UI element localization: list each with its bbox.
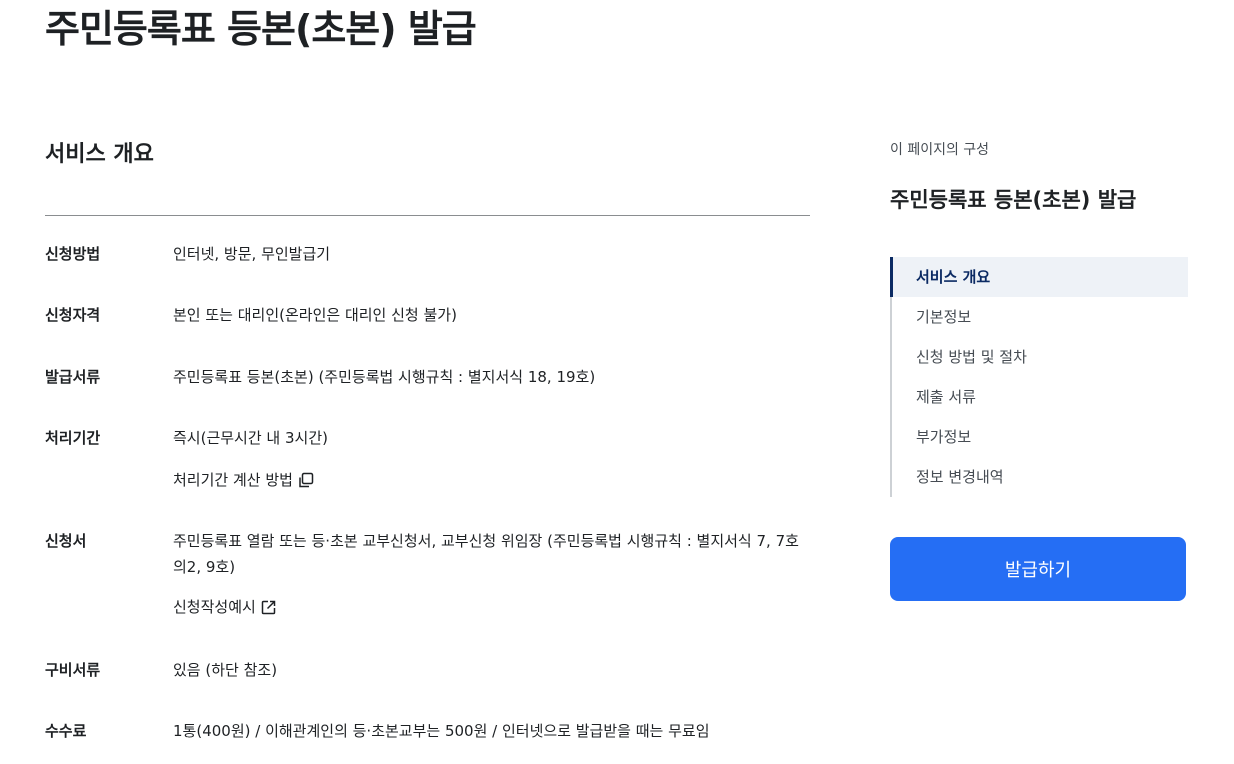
toc-item-application-procedure[interactable]: 신청 방법 및 절차 [892, 337, 1188, 377]
info-value-text: 있음 (하단 참조) [173, 661, 278, 679]
toc-item-additional-info[interactable]: 부가정보 [892, 417, 1188, 457]
external-link-icon [261, 600, 276, 614]
info-value: 인터넷, 방문, 무인발급기 [173, 241, 810, 267]
info-label: 신청방법 [45, 245, 101, 263]
link-label: 신청작성예시 [173, 598, 256, 616]
toc-item-change-history[interactable]: 정보 변경내역 [892, 457, 1188, 497]
page: 주민등록표 등본(초본) 발급 서비스 개요 신청방법 인터넷, 방문, 무인발… [0, 0, 1234, 764]
info-value: 주민등록표 등본(초본) (주민등록법 시행규칙 : 별지서식 18, 19호) [173, 364, 810, 390]
section-divider [45, 215, 810, 216]
toc-item-submission-documents[interactable]: 제출 서류 [892, 377, 1188, 417]
copy-icon [299, 472, 314, 487]
info-label: 신청서 [45, 532, 87, 550]
issue-button[interactable]: 발급하기 [890, 537, 1186, 601]
application-example-link[interactable]: 신청작성예시 [173, 594, 277, 620]
processing-time-calc-link[interactable]: 처리기간 계산 방법 [173, 467, 314, 493]
info-value-text: 1통(400원) / 이해관계인의 등·초본교부는 500원 / 인터넷으로 발… [173, 722, 710, 740]
info-label: 신청자격 [45, 306, 101, 324]
info-value-text: 인터넷, 방문, 무인발급기 [173, 245, 331, 263]
info-label: 구비서류 [45, 661, 101, 679]
link-label: 처리기간 계산 방법 [173, 471, 293, 489]
info-value-text: 주민등록표 열람 또는 등·초본 교부신청서, 교부신청 위임장 (주민등록법 … [173, 532, 799, 576]
table-of-contents: 서비스 개요 기본정보 신청 방법 및 절차 제출 서류 부가정보 정보 변경내… [890, 257, 1188, 497]
info-value-text: 주민등록표 등본(초본) (주민등록법 시행규칙 : 별지서식 18, 19호) [173, 368, 596, 386]
info-value: 1통(400원) / 이해관계인의 등·초본교부는 500원 / 인터넷으로 발… [173, 718, 810, 744]
toc-item-service-overview[interactable]: 서비스 개요 [890, 257, 1188, 297]
info-value: 즉시(근무시간 내 3시간) 처리기간 계산 방법 [173, 425, 810, 493]
aside-caption: 이 페이지의 구성 [890, 142, 990, 158]
section-title: 서비스 개요 [45, 142, 154, 167]
info-label: 처리기간 [45, 429, 101, 447]
info-value-text: 즉시(근무시간 내 3시간) [173, 429, 328, 447]
info-label: 수수료 [45, 722, 87, 740]
aside-title: 주민등록표 등본(초본) 발급 [890, 188, 1137, 212]
service-overview-section: 서비스 개요 신청방법 인터넷, 방문, 무인발급기 신청자격 본인 또는 대리… [45, 130, 810, 740]
toc-item-basic-info[interactable]: 기본정보 [892, 297, 1188, 337]
page-title: 주민등록표 등본(초본) 발급 [45, 7, 477, 51]
page-structure-aside: 이 페이지의 구성 주민등록표 등본(초본) 발급 서비스 개요 기본정보 신청… [890, 138, 1188, 497]
info-value: 본인 또는 대리인(온라인은 대리인 신청 불가) [173, 302, 810, 328]
info-value: 주민등록표 열람 또는 등·초본 교부신청서, 교부신청 위임장 (주민등록법 … [173, 528, 810, 620]
info-value-text: 본인 또는 대리인(온라인은 대리인 신청 불가) [173, 306, 457, 324]
info-value: 있음 (하단 참조) [173, 657, 810, 683]
info-label: 발급서류 [45, 368, 101, 386]
